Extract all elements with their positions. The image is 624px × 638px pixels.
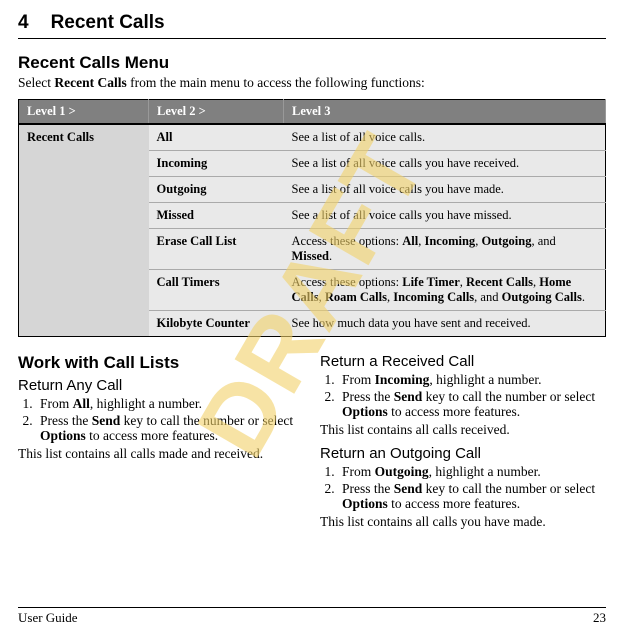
step-list: From Outgoing, highlight a number. Press… — [320, 464, 606, 512]
topic-heading: Return a Received Call — [320, 353, 606, 370]
cell-lvl2: Missed — [149, 203, 284, 229]
footer-rule — [18, 607, 606, 608]
table-row: Recent Calls All See a list of all voice… — [19, 124, 606, 151]
step-item: Press the Send key to call the number or… — [338, 389, 606, 420]
section-intro: Select Recent Calls from the main menu t… — [18, 75, 606, 91]
step-item: Press the Send key to call the number or… — [36, 413, 304, 444]
th-level3: Level 3 — [284, 100, 606, 125]
cell-lvl2: Call Timers — [149, 270, 284, 311]
footer-page-number: 23 — [593, 610, 606, 626]
step-item: From Outgoing, highlight a number. — [338, 464, 606, 480]
cell-desc: See how much data you have sent and rece… — [284, 311, 606, 337]
cell-desc: See a list of all voice calls you have r… — [284, 151, 606, 177]
step-item: Press the Send key to call the number or… — [338, 481, 606, 512]
topic-heading: Return an Outgoing Call — [320, 445, 606, 462]
cell-desc: Access these options: All, Incoming, Out… — [284, 229, 606, 270]
cell-desc: Access these options: Life Timer, Recent… — [284, 270, 606, 311]
cell-lvl2: Kilobyte Counter — [149, 311, 284, 337]
cell-lvl2: All — [149, 124, 284, 151]
cell-group: Recent Calls — [19, 124, 149, 337]
cell-desc: See a list of all voice calls. — [284, 124, 606, 151]
topic-note: This list contains all calls made and re… — [18, 446, 304, 462]
menu-table: Level 1 > Level 2 > Level 3 Recent Calls… — [18, 99, 606, 337]
step-item: From Incoming, highlight a number. — [338, 372, 606, 388]
cell-lvl2: Outgoing — [149, 177, 284, 203]
footer-left: User Guide — [18, 610, 78, 626]
step-list: From All, highlight a number. Press the … — [18, 396, 304, 444]
two-column-body: Work with Call Lists Return Any Call Fro… — [18, 353, 606, 529]
cell-desc: See a list of all voice calls you have m… — [284, 203, 606, 229]
chapter-heading: 4 Recent Calls — [18, 12, 606, 34]
cell-desc: See a list of all voice calls you have m… — [284, 177, 606, 203]
right-column: Return a Received Call From Incoming, hi… — [320, 353, 606, 529]
topic-heading: Return Any Call — [18, 377, 304, 394]
intro-bold: Recent Calls — [54, 75, 126, 90]
th-level2: Level 2 > — [149, 100, 284, 125]
intro-post: from the main menu to access the followi… — [127, 75, 425, 90]
step-item: From All, highlight a number. — [36, 396, 304, 412]
intro-pre: Select — [18, 75, 54, 90]
topic-note: This list contains all calls you have ma… — [320, 514, 606, 530]
section-heading: Recent Calls Menu — [18, 53, 606, 73]
chapter-number: 4 — [18, 12, 29, 34]
cell-lvl2: Incoming — [149, 151, 284, 177]
chapter-title-text: Recent Calls — [51, 12, 165, 33]
subsection-heading: Work with Call Lists — [18, 353, 304, 373]
topic-note: This list contains all calls received. — [320, 422, 606, 438]
th-level1: Level 1 > — [19, 100, 149, 125]
cell-lvl2: Erase Call List — [149, 229, 284, 270]
left-column: Work with Call Lists Return Any Call Fro… — [18, 353, 304, 529]
step-list: From Incoming, highlight a number. Press… — [320, 372, 606, 420]
rule-top — [18, 38, 606, 39]
page-footer: User Guide 23 — [18, 607, 606, 626]
